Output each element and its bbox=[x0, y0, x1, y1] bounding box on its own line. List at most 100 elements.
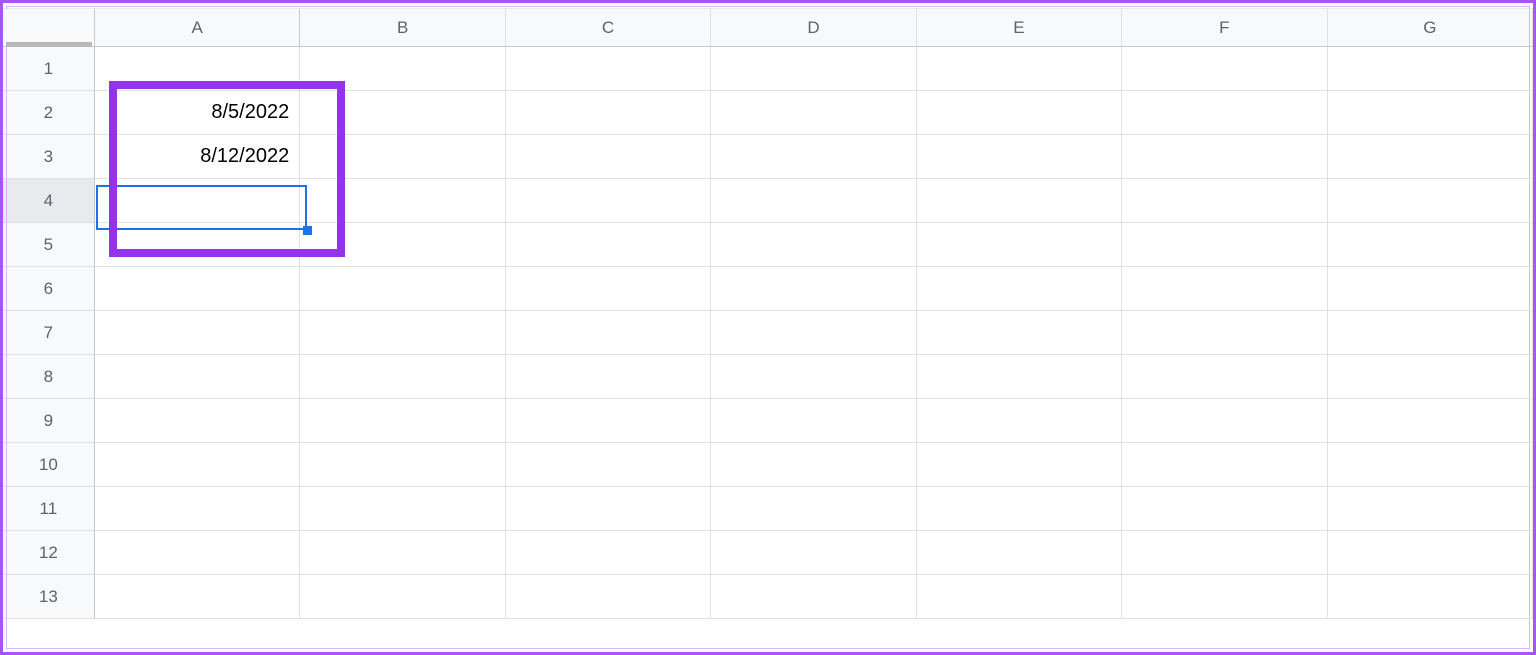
cell-E12[interactable] bbox=[917, 531, 1122, 575]
row-header-11[interactable]: 11 bbox=[3, 487, 95, 531]
cell-B10[interactable] bbox=[300, 443, 505, 487]
row-header-13[interactable]: 13 bbox=[3, 575, 95, 619]
cell-E2[interactable] bbox=[917, 91, 1122, 135]
cell-E11[interactable] bbox=[917, 487, 1122, 531]
column-header-A[interactable]: A bbox=[95, 9, 300, 46]
cell-F1[interactable] bbox=[1122, 47, 1327, 91]
cell-A9[interactable] bbox=[95, 399, 300, 443]
cell-D10[interactable] bbox=[711, 443, 916, 487]
cell-B6[interactable] bbox=[300, 267, 505, 311]
row-header-4[interactable]: 4 bbox=[3, 179, 95, 223]
cell-C2[interactable] bbox=[506, 91, 711, 135]
cell-A3[interactable]: 8/12/2022 bbox=[95, 135, 300, 179]
cell-B2[interactable] bbox=[300, 91, 505, 135]
column-header-C[interactable]: C bbox=[506, 9, 711, 46]
cell-B9[interactable] bbox=[300, 399, 505, 443]
cell-G2[interactable] bbox=[1328, 91, 1533, 135]
cell-C9[interactable] bbox=[506, 399, 711, 443]
cell-D4[interactable] bbox=[711, 179, 916, 223]
cell-A8[interactable] bbox=[95, 355, 300, 399]
cell-F6[interactable] bbox=[1122, 267, 1327, 311]
row-header-2[interactable]: 2 bbox=[3, 91, 95, 135]
cell-E3[interactable] bbox=[917, 135, 1122, 179]
cell-D1[interactable] bbox=[711, 47, 916, 91]
cell-E5[interactable] bbox=[917, 223, 1122, 267]
cell-A2[interactable]: 8/5/2022 bbox=[95, 91, 300, 135]
cell-C6[interactable] bbox=[506, 267, 711, 311]
cell-E7[interactable] bbox=[917, 311, 1122, 355]
cell-D3[interactable] bbox=[711, 135, 916, 179]
cell-G10[interactable] bbox=[1328, 443, 1533, 487]
cell-F13[interactable] bbox=[1122, 575, 1327, 619]
column-header-G[interactable]: G bbox=[1328, 9, 1533, 46]
cell-E8[interactable] bbox=[917, 355, 1122, 399]
cell-E9[interactable] bbox=[917, 399, 1122, 443]
cell-G12[interactable] bbox=[1328, 531, 1533, 575]
cell-G6[interactable] bbox=[1328, 267, 1533, 311]
cell-C13[interactable] bbox=[506, 575, 711, 619]
cell-F3[interactable] bbox=[1122, 135, 1327, 179]
cell-C1[interactable] bbox=[506, 47, 711, 91]
cell-A6[interactable] bbox=[95, 267, 300, 311]
cell-B11[interactable] bbox=[300, 487, 505, 531]
cell-E13[interactable] bbox=[917, 575, 1122, 619]
cell-D13[interactable] bbox=[711, 575, 916, 619]
cell-A5[interactable] bbox=[95, 223, 300, 267]
row-header-7[interactable]: 7 bbox=[3, 311, 95, 355]
cell-A4[interactable] bbox=[95, 179, 300, 223]
row-header-1[interactable]: 1 bbox=[3, 47, 95, 91]
cell-B8[interactable] bbox=[300, 355, 505, 399]
cell-D9[interactable] bbox=[711, 399, 916, 443]
cell-D2[interactable] bbox=[711, 91, 916, 135]
cell-F9[interactable] bbox=[1122, 399, 1327, 443]
cell-A11[interactable] bbox=[95, 487, 300, 531]
cell-C4[interactable] bbox=[506, 179, 711, 223]
cell-D6[interactable] bbox=[711, 267, 916, 311]
row-header-9[interactable]: 9 bbox=[3, 399, 95, 443]
cell-A1[interactable] bbox=[95, 47, 300, 91]
cell-A7[interactable] bbox=[95, 311, 300, 355]
cell-D7[interactable] bbox=[711, 311, 916, 355]
cell-E1[interactable] bbox=[917, 47, 1122, 91]
cell-C8[interactable] bbox=[506, 355, 711, 399]
cell-C11[interactable] bbox=[506, 487, 711, 531]
cell-B12[interactable] bbox=[300, 531, 505, 575]
cell-B7[interactable] bbox=[300, 311, 505, 355]
cell-B5[interactable] bbox=[300, 223, 505, 267]
cell-F5[interactable] bbox=[1122, 223, 1327, 267]
cell-F11[interactable] bbox=[1122, 487, 1327, 531]
cell-G3[interactable] bbox=[1328, 135, 1533, 179]
cell-F8[interactable] bbox=[1122, 355, 1327, 399]
cell-B3[interactable] bbox=[300, 135, 505, 179]
cell-F10[interactable] bbox=[1122, 443, 1327, 487]
cell-B4[interactable] bbox=[300, 179, 505, 223]
cell-G5[interactable] bbox=[1328, 223, 1533, 267]
cell-D12[interactable] bbox=[711, 531, 916, 575]
column-header-E[interactable]: E bbox=[917, 9, 1122, 46]
column-header-B[interactable]: B bbox=[300, 9, 505, 46]
cell-G13[interactable] bbox=[1328, 575, 1533, 619]
column-header-F[interactable]: F bbox=[1122, 9, 1327, 46]
cell-F4[interactable] bbox=[1122, 179, 1327, 223]
row-header-6[interactable]: 6 bbox=[3, 267, 95, 311]
cell-A10[interactable] bbox=[95, 443, 300, 487]
cell-D11[interactable] bbox=[711, 487, 916, 531]
cell-E4[interactable] bbox=[917, 179, 1122, 223]
cell-E10[interactable] bbox=[917, 443, 1122, 487]
cell-A13[interactable] bbox=[95, 575, 300, 619]
cell-G11[interactable] bbox=[1328, 487, 1533, 531]
row-header-5[interactable]: 5 bbox=[3, 223, 95, 267]
cell-F7[interactable] bbox=[1122, 311, 1327, 355]
row-header-3[interactable]: 3 bbox=[3, 135, 95, 179]
cell-B13[interactable] bbox=[300, 575, 505, 619]
cell-D8[interactable] bbox=[711, 355, 916, 399]
cell-C10[interactable] bbox=[506, 443, 711, 487]
cell-F2[interactable] bbox=[1122, 91, 1327, 135]
row-header-8[interactable]: 8 bbox=[3, 355, 95, 399]
cell-B1[interactable] bbox=[300, 47, 505, 91]
cell-F12[interactable] bbox=[1122, 531, 1327, 575]
cell-G9[interactable] bbox=[1328, 399, 1533, 443]
select-all-corner[interactable] bbox=[3, 9, 95, 46]
cell-G8[interactable] bbox=[1328, 355, 1533, 399]
cell-C7[interactable] bbox=[506, 311, 711, 355]
